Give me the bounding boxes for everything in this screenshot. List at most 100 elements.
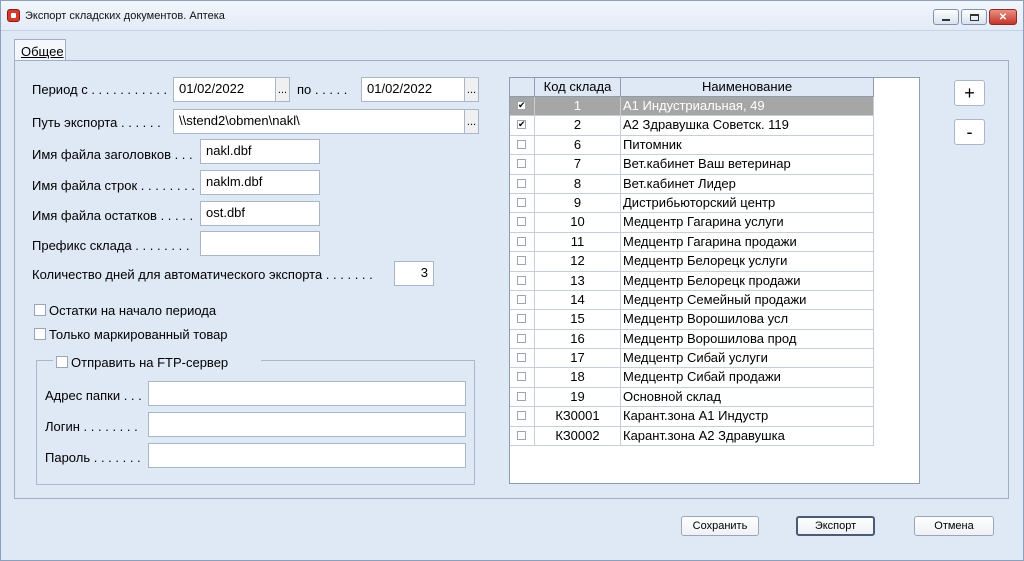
warehouse-name-cell: Вет.кабинет Лидер xyxy=(621,174,874,194)
row-checkbox[interactable] xyxy=(517,314,526,324)
table-row[interactable]: 19 Основной склад xyxy=(510,387,874,408)
table-row[interactable]: 10 Медцентр Гагарина услуги xyxy=(510,213,874,233)
tab-general[interactable]: Общее xyxy=(14,39,66,61)
table-row[interactable]: 16 Медцентр Ворошилова прод xyxy=(510,329,874,350)
row-check-cell[interactable] xyxy=(510,193,535,214)
warehouse-name-cell: Медцентр Ворошилова прод xyxy=(621,329,874,350)
ftp-send-checkbox[interactable] xyxy=(56,356,68,368)
period-to-picker-button[interactable]: ... xyxy=(464,77,479,102)
maximize-button[interactable] xyxy=(961,9,987,25)
table-row[interactable]: ✔ 2 А2 Здравушка Советск. 119 xyxy=(510,116,874,136)
table-row[interactable]: ✔ 1 А1 Индустриальная, 49 xyxy=(510,97,874,117)
row-check-cell[interactable] xyxy=(510,271,535,291)
row-check-cell[interactable]: ✔ xyxy=(510,97,535,117)
opening-balance-label: Остатки на начало периода xyxy=(49,303,217,318)
export-window: Экспорт складских документов. Аптека ✕ О… xyxy=(0,0,1024,561)
row-checkbox[interactable]: ✔ xyxy=(517,101,526,110)
rows-file-label: Имя файла строк . . . . . . . . xyxy=(32,178,195,193)
row-checkbox[interactable] xyxy=(517,430,526,440)
row-check-cell[interactable] xyxy=(510,387,535,408)
period-from-input[interactable]: 01/02/2022 xyxy=(173,77,276,102)
rows-file-input[interactable]: naklm.dbf xyxy=(200,170,320,195)
table-row[interactable]: 18 Медцентр Сибай продажи xyxy=(510,368,874,388)
row-checkbox[interactable] xyxy=(517,197,526,207)
table-row[interactable]: 17 Медцентр Сибай услуги xyxy=(510,349,874,369)
row-checkbox[interactable] xyxy=(517,391,526,401)
warehouse-name-cell: Основной склад xyxy=(621,387,874,408)
row-checkbox[interactable] xyxy=(517,372,526,382)
table-row[interactable]: 6 Питомник xyxy=(510,135,874,156)
row-check-cell[interactable] xyxy=(510,349,535,369)
row-check-cell[interactable] xyxy=(510,232,535,253)
row-check-cell[interactable] xyxy=(510,407,535,427)
warehouse-name-cell: Карант.зона А2 Здравушка xyxy=(621,426,874,447)
title-bar[interactable]: Экспорт складских документов. Аптека ✕ xyxy=(1,1,1023,31)
marked-only-checkbox[interactable] xyxy=(34,328,46,340)
row-check-cell[interactable] xyxy=(510,252,535,272)
table-row[interactable]: КЗ0001 Карант.зона А1 Индустр xyxy=(510,407,874,427)
row-check-cell[interactable] xyxy=(510,213,535,233)
export-button[interactable]: Экспорт xyxy=(796,516,875,536)
period-from-picker-button[interactable]: ... xyxy=(275,77,290,102)
auto-export-days-input[interactable]: 3 xyxy=(394,261,434,286)
row-check-cell[interactable] xyxy=(510,174,535,194)
export-path-input[interactable]: \\stend2\obmen\nakl\ xyxy=(173,109,465,134)
row-check-cell[interactable] xyxy=(510,426,535,447)
add-warehouse-button[interactable]: + xyxy=(954,80,985,106)
row-check-cell[interactable] xyxy=(510,329,535,350)
save-button[interactable]: Сохранить xyxy=(681,516,759,536)
row-check-cell[interactable] xyxy=(510,310,535,330)
ftp-password-input[interactable] xyxy=(148,443,466,468)
warehouse-name-cell: Медцентр Сибай услуги xyxy=(621,349,874,369)
warehouse-code-cell: КЗ0001 xyxy=(535,407,621,427)
row-checkbox[interactable] xyxy=(517,333,526,343)
row-check-cell[interactable] xyxy=(510,290,535,311)
ftp-login-input[interactable] xyxy=(148,412,466,437)
table-row[interactable]: КЗ0002 Карант.зона А2 Здравушка xyxy=(510,426,874,447)
table-row[interactable]: 9 Дистрибьюторский центр xyxy=(510,193,874,214)
row-checkbox[interactable] xyxy=(517,217,526,227)
row-check-cell[interactable] xyxy=(510,135,535,156)
warehouse-name-cell: Медцентр Сибай продажи xyxy=(621,368,874,388)
table-row[interactable]: 13 Медцентр Белорецк продажи xyxy=(510,271,874,291)
row-checkbox[interactable] xyxy=(517,353,526,363)
minimize-button[interactable] xyxy=(933,9,959,25)
warehouse-grid[interactable]: Код склада Наименование ✔ 1 А1 Индустриаль… xyxy=(509,77,920,484)
row-checkbox[interactable] xyxy=(517,178,526,188)
export-path-browse-button[interactable]: ... xyxy=(464,109,479,134)
table-row[interactable]: 7 Вет.кабинет Ваш ветеринар xyxy=(510,155,874,175)
table-row[interactable]: 11 Медцентр Гагарина продажи xyxy=(510,232,874,253)
table-row[interactable]: 8 Вет.кабинет Лидер xyxy=(510,174,874,194)
ftp-send-label: Отправить на FTP-сервер xyxy=(71,355,229,370)
rest-file-input[interactable]: ost.dbf xyxy=(200,201,320,226)
warehouse-code-cell: 9 xyxy=(535,193,621,214)
warehouse-code-cell: 14 xyxy=(535,290,621,311)
prefix-input[interactable] xyxy=(200,231,320,256)
opening-balance-checkbox[interactable] xyxy=(34,304,46,316)
auto-export-days-label: Количество дней для автоматического эксп… xyxy=(32,267,373,282)
grid-header-code[interactable]: Код склада xyxy=(535,78,621,97)
grid-header-check[interactable] xyxy=(510,78,535,97)
header-file-input[interactable]: nakl.dbf xyxy=(200,139,320,164)
row-checkbox[interactable] xyxy=(517,275,526,285)
warehouse-code-cell: 12 xyxy=(535,252,621,272)
row-checkbox[interactable] xyxy=(517,139,526,149)
table-row[interactable]: 15 Медцентр Ворошилова усл xyxy=(510,310,874,330)
table-row[interactable]: 12 Медцентр Белорецк услуги xyxy=(510,252,874,272)
row-check-cell[interactable] xyxy=(510,155,535,175)
ftp-folder-input[interactable] xyxy=(148,381,466,406)
period-to-input[interactable]: 01/02/2022 xyxy=(361,77,465,102)
row-checkbox[interactable] xyxy=(517,411,526,421)
remove-warehouse-button[interactable]: - xyxy=(954,119,985,145)
row-check-cell[interactable]: ✔ xyxy=(510,116,535,136)
cancel-button[interactable]: Отмена xyxy=(914,516,994,536)
table-row[interactable]: 14 Медцентр Семейный продажи xyxy=(510,290,874,311)
row-checkbox[interactable]: ✔ xyxy=(517,120,526,130)
row-checkbox[interactable] xyxy=(517,294,526,304)
row-checkbox[interactable] xyxy=(517,159,526,169)
row-checkbox[interactable] xyxy=(517,236,526,246)
row-check-cell[interactable] xyxy=(510,368,535,388)
close-button[interactable]: ✕ xyxy=(989,9,1017,25)
row-checkbox[interactable] xyxy=(517,256,526,266)
grid-header-name[interactable]: Наименование xyxy=(621,78,874,97)
